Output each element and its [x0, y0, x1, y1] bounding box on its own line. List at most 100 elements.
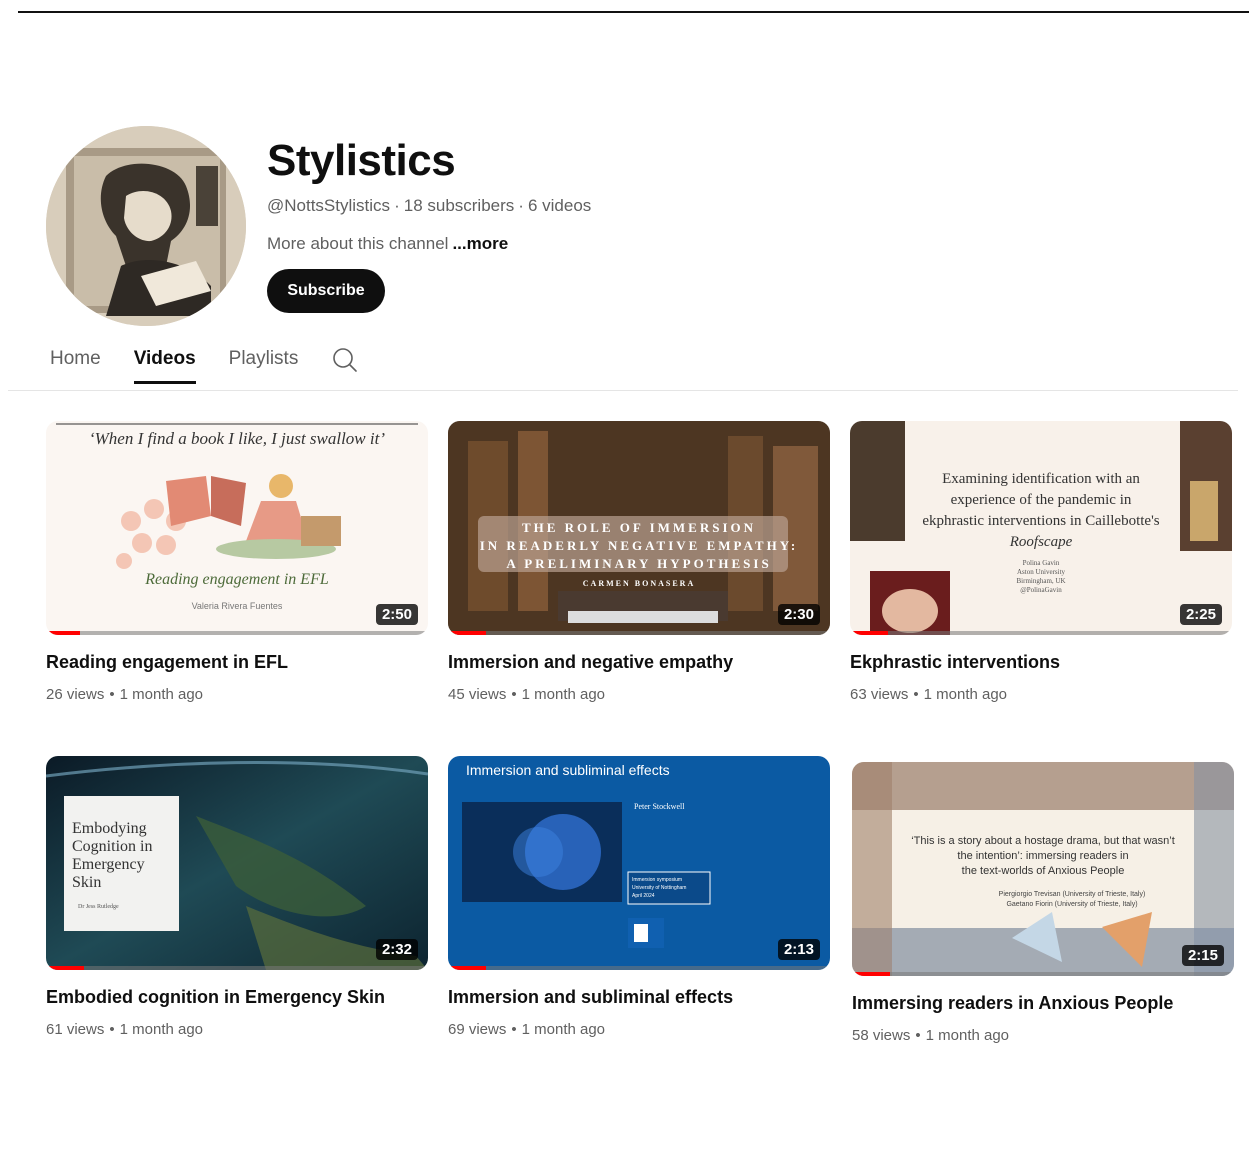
video-thumbnail[interactable]: Immersion and subliminal effects Peter S… — [448, 756, 830, 970]
video-thumbnail[interactable]: ‘This is a story about a hostage drama, … — [852, 762, 1234, 976]
video-title[interactable]: Reading engagement in EFL — [46, 652, 428, 673]
thumb-heading: Embodying Cognition in Emergency Skin — [72, 820, 177, 892]
thumb-line: Examining identification with an — [942, 471, 1140, 487]
thumb-line: ‘This is a story about a hostage drama, … — [911, 835, 1175, 847]
thumb-line: April 2024 — [632, 893, 655, 899]
channel-tabs: Home Videos Playlists — [50, 348, 359, 390]
thumb-heading: Immersion and subliminal effects — [466, 762, 670, 778]
thumb-author: Peter Stockwell — [634, 802, 685, 811]
video-meta: 58 views • 1 month ago — [852, 1027, 1010, 1044]
thumb-authors: Piergiorgio Trevisan (University of Trie… — [942, 890, 1202, 910]
view-count: 61 views — [46, 1021, 105, 1038]
watch-progress — [448, 966, 830, 970]
subscribe-button[interactable]: Subscribe — [267, 269, 385, 313]
channel-meta: @NottsStylistics · 18 subscribers · 6 videos — [267, 196, 592, 215]
video-duration: 2:13 — [777, 939, 820, 960]
video-title[interactable]: Immersing readers in Anxious People — [852, 993, 1234, 1014]
video-title[interactable]: Embodied cognition in Emergency Skin — [46, 987, 428, 1008]
thumbnail-artwork — [448, 756, 830, 970]
video-meta: 63 views • 1 month ago — [850, 686, 1008, 703]
thumb-line: A PRELIMINARY HYPOTHESIS — [506, 556, 772, 571]
video-duration: 2:32 — [375, 939, 418, 960]
upload-age: 1 month ago — [119, 686, 204, 703]
upload-age: 1 month ago — [119, 1021, 204, 1038]
video-card[interactable]: ‘This is a story about a hostage drama, … — [852, 762, 1234, 1044]
more-link[interactable]: ...more — [452, 234, 508, 253]
video-meta: 69 views • 1 month ago — [448, 1021, 606, 1038]
top-divider — [18, 11, 1249, 13]
tab-home[interactable]: Home — [50, 348, 101, 384]
channel-avatar[interactable] — [46, 126, 246, 326]
video-card[interactable]: Embodying Cognition in Emergency Skin Dr… — [46, 756, 428, 1038]
thumb-author: Valeria Rivera Fuentes — [191, 601, 283, 611]
thumb-line: Skin — [72, 874, 102, 891]
video-meta: 26 views • 1 month ago — [46, 686, 204, 703]
view-count: 58 views — [852, 1027, 911, 1044]
video-title[interactable]: Immersion and subliminal effects — [448, 987, 830, 1008]
video-title[interactable]: Immersion and negative empathy — [448, 652, 830, 673]
thumb-subtitle: Reading engagement in EFL — [145, 571, 329, 588]
thumb-line: University of Nottingham — [632, 885, 687, 891]
thumb-line: Aston University — [1016, 568, 1066, 576]
thumb-line: Birmingham, UK — [1016, 577, 1066, 585]
video-meta: 61 views • 1 month ago — [46, 1021, 204, 1038]
video-count: 6 videos — [527, 196, 592, 215]
tab-videos[interactable]: Videos — [133, 348, 196, 384]
video-title[interactable]: Ekphrastic interventions — [850, 652, 1232, 673]
video-card[interactable]: Examining identification with an experie… — [850, 421, 1232, 703]
tabs-divider — [8, 390, 1238, 391]
tab-playlists[interactable]: Playlists — [229, 348, 299, 384]
channel-name: Stylistics — [267, 136, 456, 185]
channel-handle: @NottsStylistics — [267, 196, 391, 215]
thumb-line: Emergency — [72, 856, 145, 873]
thumb-heading: THE ROLE OF IMMERSION IN READERLY NEGATI… — [448, 519, 830, 573]
watch-progress — [850, 631, 1232, 635]
thumb-line: @PolinaGavin — [1020, 586, 1062, 594]
upload-age: 1 month ago — [521, 686, 606, 703]
thumb-line: the intention’: immersing readers in — [957, 850, 1129, 862]
thumb-line: the text-worlds of Anxious People — [961, 865, 1125, 877]
video-duration: 2:30 — [777, 604, 820, 625]
view-count: 69 views — [448, 1021, 507, 1038]
thumb-event: Immersion symposium University of Nottin… — [632, 876, 686, 900]
watch-progress — [46, 631, 428, 635]
watch-progress — [448, 631, 830, 635]
thumb-heading: Examining identification with an experie… — [850, 469, 1232, 553]
search-icon[interactable] — [331, 346, 359, 374]
thumb-quote: ‘When I find a book I like, I just swall… — [88, 429, 386, 448]
subscriber-count: 18 subscribers — [403, 196, 515, 215]
video-duration: 2:25 — [1179, 604, 1222, 625]
thumb-line: Roofscape — [1009, 534, 1073, 550]
view-count: 45 views — [448, 686, 507, 703]
thumb-line: ekphrastic interventions in Caillebotte'… — [922, 513, 1160, 529]
video-meta: 45 views • 1 month ago — [448, 686, 606, 703]
watch-progress — [852, 972, 1234, 976]
video-thumbnail[interactable]: Embodying Cognition in Emergency Skin Dr… — [46, 756, 428, 970]
video-duration: 2:50 — [375, 604, 418, 625]
thumb-line: Piergiorgio Trevisan (University of Trie… — [998, 891, 1146, 898]
about-text: More about this channel — [267, 234, 449, 253]
video-card[interactable]: ‘When I find a book I like, I just swall… — [46, 421, 428, 703]
thumb-line: IN READERLY NEGATIVE EMPATHY: — [479, 538, 799, 553]
upload-age: 1 month ago — [925, 1027, 1010, 1044]
view-count: 26 views — [46, 686, 105, 703]
thumb-author: Dr Jess Rutledge — [78, 904, 119, 910]
thumb-line: experience of the pandemic in — [950, 492, 1132, 508]
video-thumbnail[interactable]: ‘When I find a book I like, I just swall… — [46, 421, 428, 635]
channel-about[interactable]: More about this channel ...more — [267, 234, 508, 254]
avatar-artwork — [46, 126, 246, 326]
video-card[interactable]: Immersion and subliminal effects Peter S… — [448, 756, 830, 1038]
video-duration: 2:15 — [1181, 945, 1224, 966]
thumb-line: Gaetano Fiorin (University of Trieste, I… — [1006, 901, 1138, 908]
thumb-line: Polina Gavin — [1022, 559, 1060, 567]
video-thumbnail[interactable]: THE ROLE OF IMMERSION IN READERLY NEGATI… — [448, 421, 830, 635]
thumb-author: CARMEN BONASERA — [582, 579, 696, 588]
upload-age: 1 month ago — [521, 1021, 606, 1038]
video-thumbnail[interactable]: Examining identification with an experie… — [850, 421, 1232, 635]
thumb-author: Polina Gavin Aston University Birmingham… — [850, 559, 1232, 595]
upload-age: 1 month ago — [923, 686, 1008, 703]
thumb-line: Embodying — [72, 820, 147, 837]
thumb-line: THE ROLE OF IMMERSION — [521, 520, 757, 535]
watch-progress — [46, 966, 428, 970]
video-card[interactable]: THE ROLE OF IMMERSION IN READERLY NEGATI… — [448, 421, 830, 703]
